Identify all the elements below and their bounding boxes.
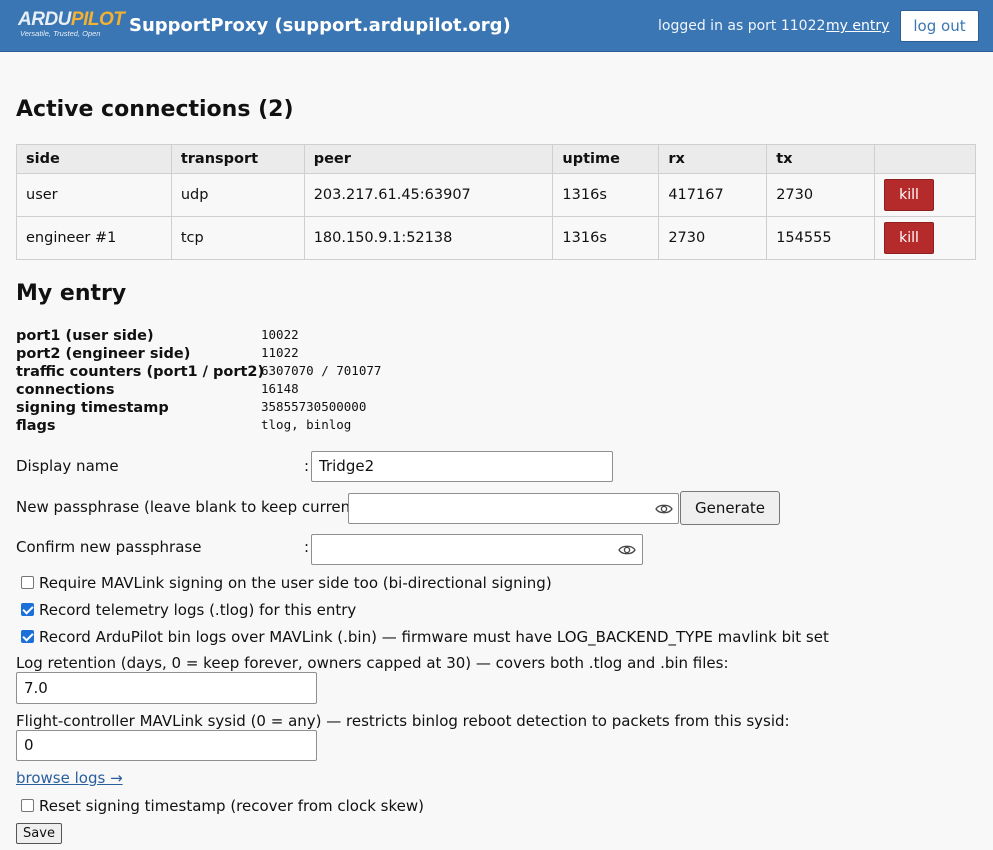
- show-confirm-passphrase-eye-icon[interactable]: [618, 544, 636, 556]
- col-header-side: side: [16, 144, 172, 174]
- browse-logs-link[interactable]: browse logs →: [16, 769, 123, 787]
- bidirectional-signing-label: Require MAVLink signing on the user side…: [39, 574, 552, 592]
- cell-side: user: [16, 173, 172, 217]
- app-title: SupportProxy (support.ardupilot.org): [129, 15, 511, 36]
- info-label: connections: [16, 382, 115, 398]
- top-bar: ARDUPILOT Versatile, Trusted, Open Suppo…: [0, 0, 993, 52]
- display-name-label: Display name: [16, 457, 119, 475]
- record-tlog-checkbox[interactable]: [21, 603, 34, 616]
- cell-transport: udp: [170, 173, 305, 217]
- col-header-peer: peer: [303, 144, 554, 174]
- cell-uptime: 1316s: [552, 173, 660, 217]
- cell-action: kill: [874, 173, 976, 217]
- col-header-action: [874, 144, 976, 174]
- cell-rx: 2730: [658, 216, 768, 260]
- info-value: 6307070 / 701077: [261, 363, 382, 378]
- log-retention-input[interactable]: 7.0: [16, 672, 317, 704]
- info-value: tlog, binlog: [261, 417, 352, 432]
- reset-signing-timestamp-checkbox[interactable]: [21, 799, 34, 812]
- cell-transport: tcp: [170, 216, 305, 260]
- info-value: 35855730500000: [261, 399, 367, 414]
- confirm-passphrase-input[interactable]: [311, 534, 643, 565]
- col-header-transport: transport: [170, 144, 305, 174]
- record-binlog-checkbox[interactable]: [21, 630, 34, 643]
- logo-text-ardu: ARDU: [18, 9, 71, 30]
- cell-peer: 203.217.61.45:63907: [303, 173, 554, 217]
- display-name-input[interactable]: Tridge2: [311, 451, 613, 482]
- active-connections-heading: Active connections (2): [16, 97, 294, 122]
- info-label: port1 (user side): [16, 328, 154, 344]
- col-header-uptime: uptime: [552, 144, 660, 174]
- connections-table: side transport peer uptime rx tx user ud…: [16, 144, 976, 260]
- logo-tagline: Versatile, Trusted, Open: [20, 29, 101, 38]
- cell-uptime: 1316s: [552, 216, 660, 260]
- table-row: engineer #1 tcp 180.150.9.1:52138 1316s …: [16, 216, 976, 260]
- kill-button[interactable]: kill: [884, 222, 935, 254]
- new-passphrase-label: New passphrase (leave blank to keep curr…: [16, 498, 367, 516]
- cell-action: kill: [874, 216, 976, 260]
- save-button[interactable]: Save: [16, 823, 62, 844]
- log-retention-label: Log retention (days, 0 = keep forever, o…: [16, 654, 729, 672]
- info-value: 10022: [261, 327, 299, 342]
- confirm-passphrase-label: Confirm new passphrase: [16, 538, 202, 556]
- info-label: flags: [16, 418, 56, 434]
- reset-signing-timestamp-label: Reset signing timestamp (recover from cl…: [39, 797, 424, 815]
- generate-button[interactable]: Generate: [680, 491, 780, 525]
- info-label: traffic counters (port1 / port2): [16, 364, 265, 380]
- logged-in-status: logged in as port 11022: [658, 18, 826, 34]
- bidirectional-signing-checkbox[interactable]: [21, 576, 34, 589]
- display-name-colon: :: [304, 457, 310, 475]
- cell-peer: 180.150.9.1:52138: [303, 216, 554, 260]
- cell-tx: 154555: [766, 216, 876, 260]
- table-row: user udp 203.217.61.45:63907 1316s 41716…: [16, 173, 976, 217]
- my-entry-link[interactable]: my entry: [826, 18, 889, 34]
- logo-text-pilot: PILOT: [70, 9, 125, 30]
- logo-wordmark: ARDUPILOT: [18, 9, 125, 30]
- record-tlog-label: Record telemetry logs (.tlog) for this e…: [39, 601, 357, 619]
- sysid-input[interactable]: 0: [16, 730, 317, 761]
- kill-button[interactable]: kill: [884, 179, 935, 211]
- sysid-label: Flight-controller MAVLink sysid (0 = any…: [16, 712, 790, 730]
- ardupilot-logo[interactable]: ARDUPILOT Versatile, Trusted, Open: [18, 10, 125, 39]
- info-label: signing timestamp: [16, 400, 169, 416]
- confirm-passphrase-colon: :: [304, 538, 310, 556]
- cell-tx: 2730: [766, 173, 876, 217]
- show-passphrase-eye-icon[interactable]: [655, 503, 673, 515]
- new-passphrase-input[interactable]: [348, 493, 679, 524]
- record-binlog-label: Record ArduPilot bin logs over MAVLink (…: [39, 628, 829, 646]
- info-value: 11022: [261, 345, 299, 360]
- info-value: 16148: [261, 381, 299, 396]
- col-header-tx: tx: [766, 144, 876, 174]
- cell-side: engineer #1: [16, 216, 172, 260]
- cell-rx: 417167: [658, 173, 768, 217]
- info-label: port2 (engineer side): [16, 346, 191, 362]
- table-header-row: side transport peer uptime rx tx: [16, 144, 976, 174]
- col-header-rx: rx: [658, 144, 768, 174]
- logout-button[interactable]: log out: [900, 10, 979, 42]
- my-entry-heading: My entry: [16, 281, 127, 306]
